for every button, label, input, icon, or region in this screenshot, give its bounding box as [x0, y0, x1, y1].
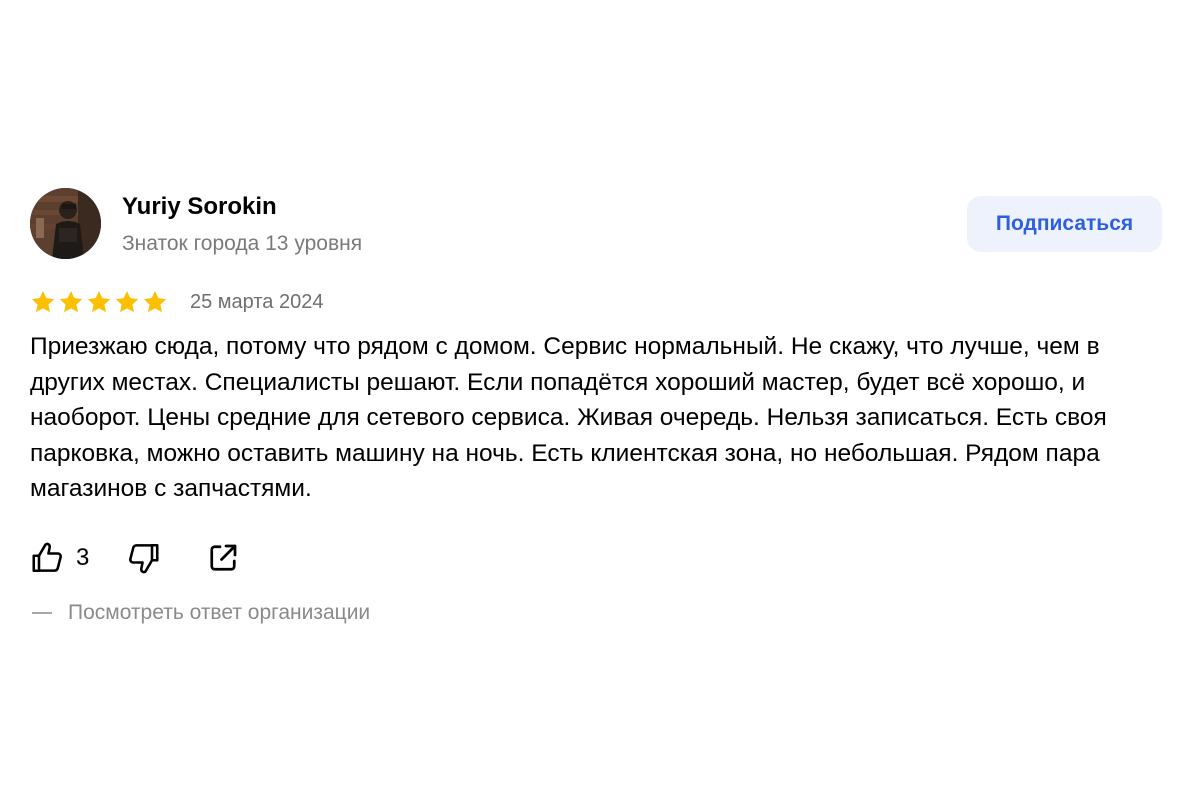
star-icon — [143, 290, 167, 313]
share-button[interactable] — [205, 540, 241, 576]
avatar[interactable] — [30, 188, 101, 259]
thumbs-down-icon — [129, 543, 159, 574]
star-icon — [31, 290, 55, 313]
thumbs-up-icon — [32, 542, 62, 573]
share-icon — [210, 544, 237, 571]
like-button[interactable]: 3 — [30, 540, 89, 576]
review-actions: 3 — [30, 538, 241, 578]
dash-divider — [32, 612, 52, 614]
like-count: 3 — [76, 544, 90, 571]
avatar-image — [30, 188, 101, 259]
review-meta: 25 марта 2024 — [30, 287, 323, 317]
dislike-button[interactable] — [125, 540, 161, 576]
rating-stars — [30, 289, 168, 315]
star-icon — [115, 290, 139, 313]
author-name[interactable]: Yuriy Sorokin — [122, 192, 277, 222]
review-date: 25 марта 2024 — [190, 290, 324, 313]
review-card: Yuriy Sorokin Знаток города 13 уровня По… — [30, 188, 1162, 624]
star-icon — [59, 290, 83, 313]
star-icon — [87, 290, 111, 313]
review-header: Yuriy Sorokin Знаток города 13 уровня По… — [30, 188, 1162, 260]
subscribe-button[interactable]: Подписаться — [967, 196, 1162, 252]
author-level: Знаток города 13 уровня — [122, 232, 363, 255]
org-answer-label: Посмотреть ответ организации — [68, 601, 371, 624]
review-text: Приезжаю сюда, потому что рядом с домом.… — [30, 333, 1107, 502]
org-answer-link[interactable]: Посмотреть ответ организации — [30, 601, 370, 625]
